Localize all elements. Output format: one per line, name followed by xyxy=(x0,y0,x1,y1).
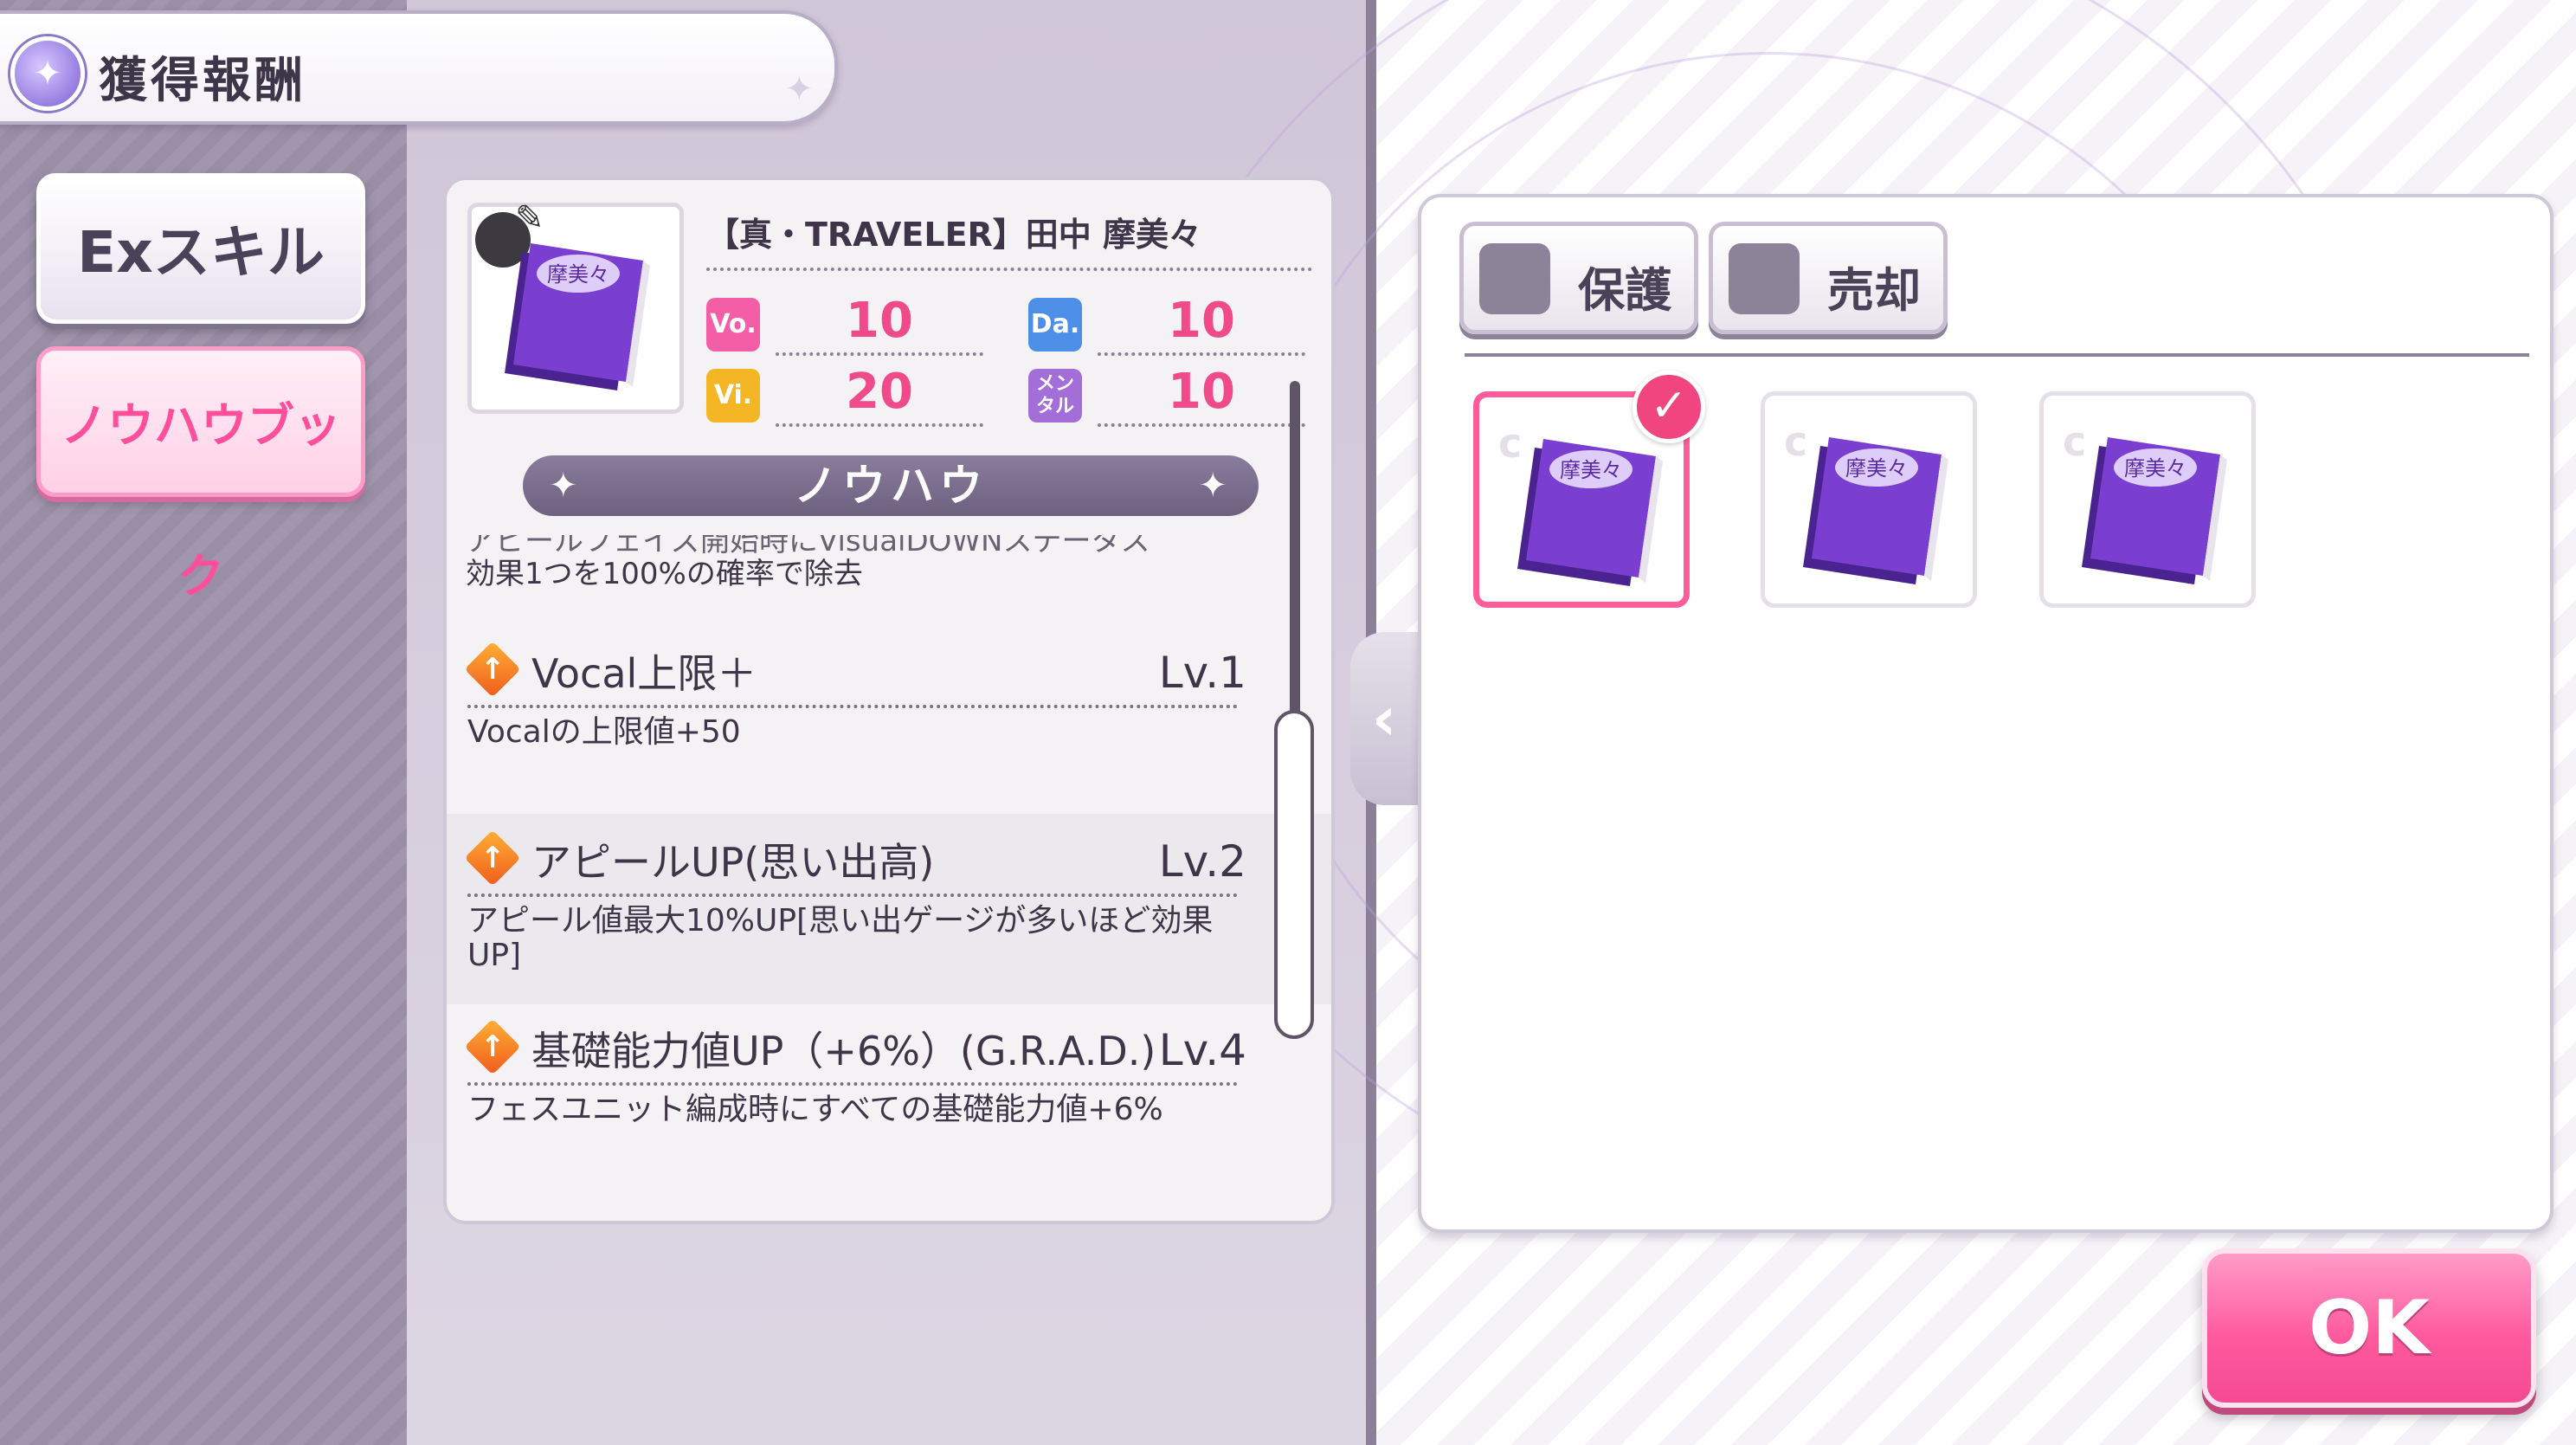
dance-value: 10 xyxy=(1098,293,1305,356)
skill-name: 基礎能力値UP（+6%）(G.R.A.D.) xyxy=(531,1028,1156,1074)
protect-filter-button[interactable]: 保護 xyxy=(1459,222,1698,334)
selected-check-icon: ✓ xyxy=(1633,371,1705,443)
book-icon: 摩美々 xyxy=(1803,437,1948,584)
mental-badge: メンタル xyxy=(1028,369,1082,423)
knowhow-list[interactable]: アピールフェイズ開始時にVisualDOWNステータス 効果1つを100%の確率… xyxy=(447,535,1331,1221)
book-icon: 摩美々 xyxy=(505,243,650,390)
inventory-book-slot[interactable]: c 摩美々 xyxy=(1761,391,1977,608)
skill-up-icon xyxy=(464,1018,521,1075)
divider xyxy=(1465,353,2529,357)
sparkle-icon: ✦ xyxy=(784,69,814,109)
page-title: 獲得報酬 xyxy=(99,53,306,109)
list-item: アピールUP(思い出高) Lv.2 アピール値最大10%UP[思い出ゲージが多い… xyxy=(447,814,1331,1004)
card-detail-panel: ✎ 摩美々 【真・TRAVELER】田中 摩美々 Vo. 10 Da. 10 V… xyxy=(443,177,1335,1224)
skill-name: アピールUP(思い出高) xyxy=(531,839,935,886)
book-thumbnail[interactable]: ✎ 摩美々 xyxy=(467,198,684,414)
skill-level: Lv.1 xyxy=(1158,648,1246,698)
card-name: 【真・TRAVELER】田中 摩美々 xyxy=(706,208,1312,271)
ok-button[interactable]: OK xyxy=(2202,1248,2536,1408)
book-label: 摩美々 xyxy=(1560,458,1622,482)
scrollbar-thumb[interactable] xyxy=(1274,710,1314,1039)
knowhow-desc-partial-line: アピールフェイズ開始時にVisualDOWNステータス xyxy=(466,535,1150,558)
skill-level: Lv.2 xyxy=(1158,836,1246,887)
book-label: 摩美々 xyxy=(1845,456,1908,481)
list-item: 基礎能力値UP（+6%）(G.R.A.D.) Lv.4 フェスユニット編成時にす… xyxy=(447,1003,1331,1193)
knowhow-title: ノウハウ xyxy=(794,461,988,511)
skill-desc: Vocalの上限値+50 xyxy=(467,714,741,750)
knowhow-desc-partial: アピールフェイズ開始時にVisualDOWNステータス 効果1つを100%の確率… xyxy=(466,535,1227,590)
list-item: Vocal上限＋ Lv.1 Vocalの上限値+50 xyxy=(447,625,1331,816)
divider xyxy=(467,893,1238,897)
checkbox xyxy=(1729,243,1800,314)
knowhow-desc-partial-line: 効果1つを100%の確率で除去 xyxy=(466,557,863,591)
skill-desc: フェスユニット編成時にすべての基礎能力値+6% xyxy=(467,1092,1163,1127)
vocal-value: 10 xyxy=(776,293,983,356)
sell-filter-button[interactable]: 売却 xyxy=(1709,222,1948,334)
scrollbar[interactable] xyxy=(1274,381,1314,1065)
skill-up-icon xyxy=(464,641,521,698)
skill-level: Lv.4 xyxy=(1158,1025,1246,1075)
visual-badge: Vi. xyxy=(706,369,760,423)
vocal-badge: Vo. xyxy=(706,298,760,352)
dance-badge: Da. xyxy=(1028,298,1082,352)
divider xyxy=(467,705,1238,708)
protect-label: 保護 xyxy=(1578,263,1671,318)
knowhow-section-header: ✦ ノウハウ ✦ xyxy=(523,455,1259,516)
book-label: 摩美々 xyxy=(2124,456,2186,481)
tab-knowhow-book[interactable]: ノウハウブック xyxy=(36,346,365,603)
divider xyxy=(467,1082,1238,1086)
book-icon: 摩美々 xyxy=(1517,439,1663,586)
inventory-book-slot[interactable]: c 摩美々 xyxy=(2039,391,2256,608)
sparkle-icon: ✦ xyxy=(549,466,583,506)
header-bar: ✦ 獲得報酬 ✦ xyxy=(0,10,838,125)
collapse-chevron-left-icon[interactable]: ‹ xyxy=(1350,632,1418,805)
book-label: 摩美々 xyxy=(547,262,609,287)
sparkle-icon: ✦ xyxy=(1198,466,1233,506)
checkbox xyxy=(1479,243,1550,314)
skill-desc: アピール値最大10%UP[思い出ゲージが多いほど効果UP] xyxy=(467,903,1214,973)
tab-ex-skill[interactable]: Exスキル xyxy=(36,173,365,324)
visual-value: 20 xyxy=(776,364,983,427)
reward-icon: ✦ xyxy=(10,36,85,111)
skill-name: Vocal上限＋ xyxy=(531,650,757,697)
inventory-panel: 保護 売却 c 摩美々 c 摩美々 c 摩美々 xyxy=(1418,194,2553,1233)
sell-label: 売却 xyxy=(1827,263,1921,318)
book-icon: 摩美々 xyxy=(2082,437,2227,584)
skill-up-icon xyxy=(464,829,521,887)
